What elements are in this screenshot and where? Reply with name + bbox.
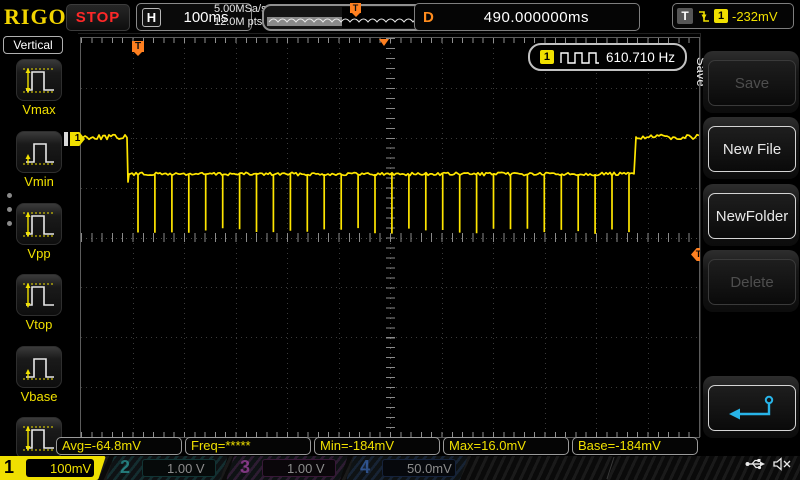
sidebar-item-vpp[interactable]: Vpp xyxy=(12,203,66,261)
acquisition-info: 5.00MSa/s 12.0M pts xyxy=(214,3,267,29)
measurement-sidebar: Vertical Vmax xyxy=(0,33,78,437)
measurement-freq: Freq=***** xyxy=(185,437,311,455)
trigger-source-badge: 1 xyxy=(714,9,728,23)
delete-button[interactable]: Delete xyxy=(708,259,796,305)
horizontal-label: H xyxy=(142,8,161,27)
vbase-icon xyxy=(16,346,62,388)
channel1-status[interactable]: 1 100mV xyxy=(0,456,106,480)
channel3-status[interactable]: 3 1.00 V xyxy=(226,456,348,480)
back-button[interactable] xyxy=(708,385,796,431)
softkey-menu: Save Save New File NewFolder Delete xyxy=(700,33,800,437)
statusbar-divider xyxy=(606,457,614,479)
sidebar-item-vbase[interactable]: Vbase xyxy=(12,346,66,404)
thumbnail-trigger-marker: T xyxy=(350,3,361,13)
counter-value: 610.710 Hz xyxy=(606,50,675,65)
square-wave-icon xyxy=(560,51,600,64)
oscilloscope-screen: RIGOL STOP H 100ms 5.00MSa/s 12.0M pts T… xyxy=(0,0,800,480)
speaker-muted-icon xyxy=(773,457,792,471)
sidebar-item-vtop[interactable]: Vtop xyxy=(12,274,66,332)
channel2-scale: 1.00 V xyxy=(167,461,205,476)
counter-source-badge: 1 xyxy=(540,50,554,64)
sidebar-page-dots xyxy=(7,193,12,226)
return-arrow-icon xyxy=(723,393,781,423)
channel1-number: 1 xyxy=(4,457,14,478)
falling-edge-icon xyxy=(697,9,710,24)
top-status-bar: RIGOL STOP H 100ms 5.00MSa/s 12.0M pts T… xyxy=(0,0,800,34)
vtop-icon xyxy=(16,274,62,316)
sidebar-title: Vertical xyxy=(3,36,63,54)
sidebar-item-label: Vmax xyxy=(12,102,66,117)
measurement-base: Base=-184mV xyxy=(572,437,698,455)
measurement-max: Max=16.0mV xyxy=(443,437,569,455)
vpp-icon xyxy=(16,203,62,245)
vmax-icon xyxy=(16,59,62,101)
usb-icon xyxy=(745,458,765,470)
sidebar-item-label: Vpp xyxy=(12,246,66,261)
new-folder-button[interactable]: NewFolder xyxy=(708,193,796,239)
channel1-scale: 100mV xyxy=(50,461,91,476)
system-status-icons xyxy=(745,457,792,471)
channel4-status[interactable]: 4 50.0mV xyxy=(346,456,468,480)
sidebar-item-vmax[interactable]: Vmax xyxy=(12,59,66,117)
delay-box: D 490.000000ms xyxy=(414,3,640,31)
sidebar-item-vmin[interactable]: Vmin xyxy=(12,131,66,189)
sidebar-tab-indicator xyxy=(64,132,68,146)
sidebar-item-label: Vtop xyxy=(12,317,66,332)
measurement-results-bar: Avg=-64.8mV Freq=***** Min=-184mV Max=16… xyxy=(56,437,698,455)
channel3-number: 3 xyxy=(240,457,250,478)
measurement-avg: Avg=-64.8mV xyxy=(56,437,182,455)
trigger-info-box: T 1 -232mV xyxy=(672,3,794,29)
channel2-number: 2 xyxy=(120,457,130,478)
sidebar-item-label: Vbase xyxy=(12,389,66,404)
channel3-scale: 1.00 V xyxy=(287,461,325,476)
delay-label: D xyxy=(423,9,434,26)
sidebar-item-label: Vmin xyxy=(12,174,66,189)
channel1-trace xyxy=(81,38,699,437)
channel2-status[interactable]: 2 1.00 V xyxy=(106,456,228,480)
trigger-label: T xyxy=(677,8,693,24)
vmin-icon xyxy=(16,131,62,173)
memory-depth: 12.0M pts xyxy=(214,16,267,29)
new-file-button[interactable]: New File xyxy=(708,126,796,172)
channel4-scale: 50.0mV xyxy=(407,461,452,476)
trigger-position-marker[interactable]: T xyxy=(132,41,144,52)
trigger-level-value: -232mV xyxy=(732,9,778,24)
save-button[interactable]: Save xyxy=(708,60,796,106)
center-delay-marker xyxy=(379,39,389,46)
delay-value: 490.000000ms xyxy=(434,9,639,26)
measurement-min: Min=-184mV xyxy=(314,437,440,455)
sample-rate: 5.00MSa/s xyxy=(214,3,267,16)
run-state-indicator: STOP xyxy=(66,4,130,31)
frequency-counter: 1 610.710 Hz xyxy=(528,43,687,71)
channel4-number: 4 xyxy=(360,457,370,478)
waveform-display: 1 T T 1 610.710 Hz xyxy=(80,37,700,438)
channel-status-bar: 1 100mV 2 1.00 V 3 1.00 V xyxy=(0,456,800,480)
